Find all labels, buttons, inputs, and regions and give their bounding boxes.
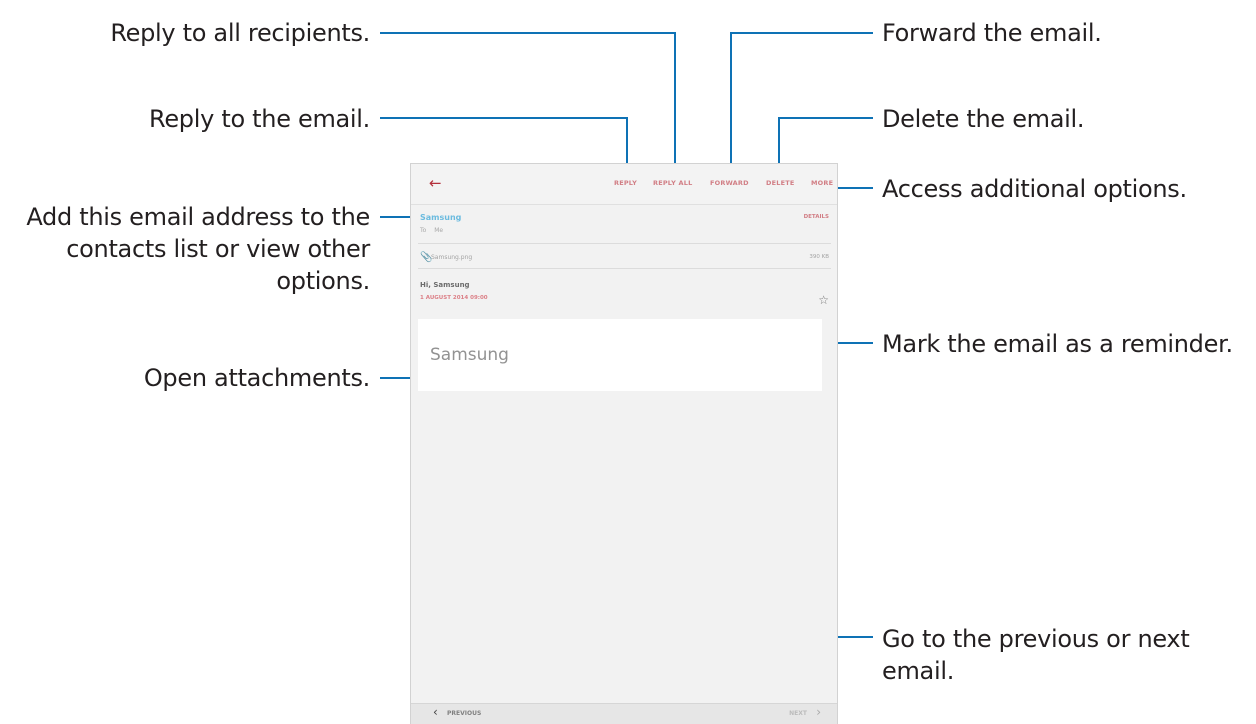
callout-delete: Delete the email.	[882, 105, 1085, 133]
callout-attachments: Open attachments.	[143, 364, 370, 392]
email-date: 1 AUGUST 2014 09:00	[420, 295, 488, 301]
details-button[interactable]: DETAILS	[804, 214, 829, 220]
callout-prev-next-line1: Go to the previous or next	[882, 625, 1190, 653]
forward-button[interactable]: FORWARD	[710, 179, 749, 187]
callout-prev-next: Go to the previous or next email.	[882, 623, 1242, 687]
callout-add-contact-line2: contacts list or view other	[66, 235, 370, 263]
previous-button[interactable]: PREVIOUS	[447, 710, 481, 717]
next-button[interactable]: NEXT	[789, 710, 807, 717]
email-subject: Hi, Samsung	[420, 281, 470, 289]
leader-delete	[778, 117, 873, 119]
callout-add-contact: Add this email address to the contacts l…	[0, 201, 370, 297]
email-body: Samsung	[418, 319, 822, 391]
callout-reply-all: Reply to all recipients.	[110, 19, 370, 47]
email-view-screen: ← REPLY REPLY ALL FORWARD DELETE MORE Sa…	[410, 163, 838, 724]
leader-reply-all-v	[674, 32, 676, 176]
email-body-text: Samsung	[430, 345, 509, 365]
leader-reply-all	[380, 32, 676, 34]
leader-forward	[730, 32, 873, 34]
reply-all-button[interactable]: REPLY ALL	[653, 179, 692, 187]
delete-button[interactable]: DELETE	[766, 179, 795, 187]
divider	[418, 243, 831, 244]
star-outline-icon[interactable]: ☆	[818, 293, 829, 307]
to-value: Me	[434, 227, 444, 234]
recipient-line: To Me	[420, 227, 443, 234]
app-bar: ← REPLY REPLY ALL FORWARD DELETE MORE	[411, 164, 837, 205]
bottom-nav-bar: ‹ PREVIOUS NEXT ›	[411, 703, 837, 724]
chevron-right-icon[interactable]: ›	[816, 705, 821, 719]
arrow-left-icon[interactable]: ←	[429, 174, 442, 192]
to-label: To	[420, 227, 427, 234]
callout-prev-next-line2: email.	[882, 657, 955, 685]
reply-button[interactable]: REPLY	[614, 179, 637, 187]
callout-add-contact-line3: options.	[276, 267, 370, 295]
attachment-name[interactable]: Samsung.png	[431, 254, 472, 261]
leader-forward-v	[730, 32, 732, 176]
callout-forward: Forward the email.	[882, 19, 1102, 47]
leader-add-contact	[380, 216, 412, 218]
sender-name[interactable]: Samsung	[420, 213, 461, 222]
divider	[418, 268, 831, 269]
leader-more	[838, 187, 873, 189]
callout-reminder: Mark the email as a reminder.	[882, 330, 1233, 358]
leader-reply	[380, 117, 628, 119]
attachment-size: 390 KB	[809, 254, 829, 260]
callout-reply: Reply to the email.	[149, 105, 370, 133]
more-button[interactable]: MORE	[811, 179, 833, 187]
chevron-left-icon[interactable]: ‹	[433, 705, 438, 719]
callout-add-contact-line1: Add this email address to the	[26, 203, 370, 231]
callout-more: Access additional options.	[882, 175, 1187, 203]
